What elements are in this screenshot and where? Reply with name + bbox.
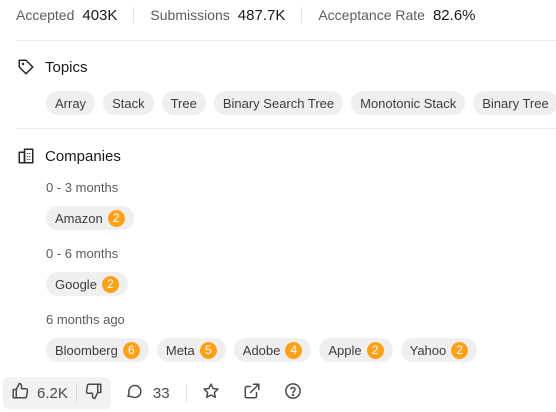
comment-icon: [125, 382, 143, 404]
company-count-badge: 2: [366, 341, 384, 359]
company-chips: Bloomberg 6 Meta 5 Adobe 4 Apple 2 Yahoo…: [46, 338, 478, 362]
company-period-label: 0 - 3 months: [46, 180, 119, 195]
company-chip[interactable]: Adobe 4: [233, 338, 312, 362]
share-button[interactable]: [240, 381, 264, 405]
topic-chip[interactable]: Monotonic Stack: [351, 91, 466, 115]
stat-acceptance-rate: Acceptance Rate 82.6%: [318, 7, 475, 24]
company-count-badge: 2: [107, 209, 125, 227]
acceptance-rate-label: Acceptance Rate: [318, 7, 425, 23]
company-name: Apple: [328, 342, 362, 358]
thumbs-up-icon: [11, 382, 29, 404]
stat-divider: [301, 7, 303, 23]
like-button[interactable]: 6.2K: [3, 377, 76, 409]
accepted-label: Accepted: [16, 7, 75, 23]
company-chip[interactable]: Meta 5: [156, 338, 226, 362]
like-count: 6.2K: [37, 384, 68, 402]
company-count-badge: 5: [199, 341, 217, 359]
building-icon: [17, 147, 35, 165]
company-name: Bloomberg: [55, 342, 118, 358]
company-count-badge: 2: [451, 341, 469, 359]
companies-title: Companies: [45, 147, 121, 165]
dislike-button[interactable]: [77, 377, 111, 409]
section-divider: [16, 128, 556, 129]
submissions-value: 487.7K: [237, 6, 286, 24]
star-icon: [202, 382, 220, 405]
help-button[interactable]: [281, 381, 305, 405]
question-circle-icon: [284, 382, 302, 405]
company-period-label: 6 months ago: [46, 312, 125, 327]
comments-button[interactable]: 33: [125, 382, 170, 404]
topics-header[interactable]: Topics: [17, 58, 88, 76]
company-chips: Amazon 2: [46, 206, 134, 230]
company-period-label: 0 - 6 months: [46, 246, 119, 261]
topic-chip[interactable]: Tree: [161, 91, 206, 115]
company-chip[interactable]: Amazon 2: [46, 206, 134, 230]
company-count-badge: 2: [101, 275, 119, 293]
section-divider: [16, 40, 556, 41]
company-name: Amazon: [55, 210, 103, 226]
company-count-badge: 6: [122, 341, 140, 359]
submissions-label: Submissions: [150, 7, 230, 23]
thumbs-down-icon: [85, 382, 103, 404]
tag-icon: [17, 58, 35, 76]
stat-divider: [133, 7, 135, 23]
external-link-icon: [243, 382, 261, 405]
company-name: Yahoo: [409, 342, 447, 358]
topics-title: Topics: [45, 58, 88, 76]
stats-bar: Accepted 403K Submissions 487.7K Accepta…: [16, 0, 476, 30]
stat-submissions: Submissions 487.7K: [150, 7, 285, 24]
company-count-badge: 4: [285, 341, 303, 359]
accepted-value: 403K: [82, 6, 118, 24]
topic-chip[interactable]: Stack: [103, 91, 154, 115]
comment-count: 33: [152, 384, 170, 402]
footer-divider: [185, 384, 187, 402]
company-name: Adobe: [242, 342, 281, 358]
vote-group: 6.2K: [3, 377, 111, 409]
stat-accepted: Accepted 403K: [16, 7, 117, 24]
company-name: Meta: [165, 342, 195, 358]
company-chip[interactable]: Apple 2: [319, 338, 393, 362]
topic-chip[interactable]: Array: [46, 91, 96, 115]
topic-chip[interactable]: Binary Tree: [473, 91, 556, 115]
company-chip[interactable]: Yahoo 2: [400, 338, 478, 362]
company-chips: Google 2: [46, 272, 128, 296]
acceptance-rate-value: 82.6%: [432, 6, 476, 24]
company-chip[interactable]: Bloomberg 6: [46, 338, 149, 362]
action-bar: 6.2K 33: [3, 377, 305, 409]
company-chip[interactable]: Google 2: [46, 272, 128, 296]
favorite-button[interactable]: [199, 381, 223, 405]
topic-chip[interactable]: Binary Search Tree: [213, 91, 344, 115]
companies-header[interactable]: Companies: [17, 147, 121, 165]
company-name: Google: [55, 276, 97, 292]
topic-chips: Array Stack Tree Binary Search Tree Mono…: [46, 91, 556, 115]
